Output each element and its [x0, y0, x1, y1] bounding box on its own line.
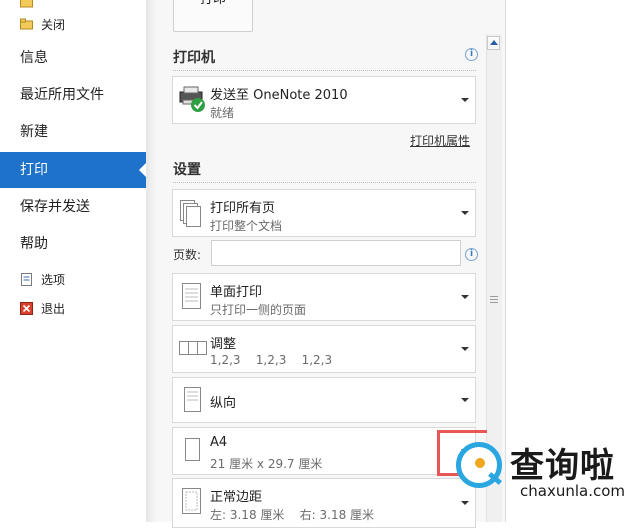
collate-subtitle: 1,2,3 1,2,3 1,2,3 — [210, 353, 333, 367]
nav-item-print[interactable]: 打印 — [0, 152, 147, 188]
chevron-down-icon — [461, 295, 469, 299]
sides-title: 单面打印 — [210, 285, 263, 300]
close-folder-icon — [20, 18, 33, 31]
settings-section-title: 设置 — [173, 162, 201, 178]
nav-options[interactable]: 选项 — [20, 269, 65, 289]
nav-divider — [146, 0, 156, 522]
pages-input[interactable] — [211, 240, 461, 266]
collate-title: 调整 — [210, 337, 237, 352]
paper-size-icon — [179, 434, 205, 466]
printer-dropdown[interactable]: 发送至 OneNote 2010 就绪 — [172, 76, 476, 124]
paper-size-dropdown[interactable]: A4 21 厘米 x 29.7 厘米 — [172, 427, 476, 475]
margins-icon — [179, 485, 205, 517]
margins-title: 正常边距 — [210, 490, 263, 505]
sides-subtitle: 只打印一侧的页面 — [210, 303, 307, 317]
chevron-down-icon — [461, 347, 469, 351]
pages-icon — [179, 196, 205, 228]
nav-item-save-send[interactable]: 保存并发送 — [0, 189, 146, 225]
nav-item-info[interactable]: 信息 — [0, 40, 146, 76]
print-button-label: 打印 — [200, 0, 226, 7]
printer-name: 发送至 OneNote 2010 — [210, 88, 348, 103]
nav-options-label: 选项 — [41, 272, 66, 287]
scroll-grip-icon[interactable] — [490, 296, 498, 303]
nav-item-new[interactable]: 新建 — [0, 114, 146, 150]
printer-icon — [179, 83, 205, 115]
nav-exit-label: 退出 — [41, 301, 66, 316]
portrait-icon — [179, 384, 205, 416]
scroll-up-button[interactable] — [487, 36, 500, 50]
orientation-title: 纵向 — [210, 396, 237, 411]
printer-section-title: 打印机 — [173, 50, 215, 66]
print-range-title: 打印所有页 — [210, 201, 276, 216]
chevron-down-icon — [461, 98, 469, 102]
orientation-dropdown[interactable]: 纵向 — [172, 377, 476, 423]
section-divider — [173, 182, 476, 183]
options-icon — [20, 272, 33, 286]
watermark-subtitle: chaxunla.com — [520, 482, 625, 500]
print-range-dropdown[interactable]: 打印所有页 打印整个文档 — [172, 189, 476, 237]
collate-dropdown[interactable]: 调整 1,2,3 1,2,3 1,2,3 — [172, 325, 476, 373]
pages-info-icon[interactable]: i — [465, 248, 478, 261]
print-button[interactable]: 打印 — [173, 0, 253, 32]
print-range-subtitle: 打印整个文档 — [210, 219, 283, 233]
chevron-down-icon — [461, 501, 469, 505]
printer-properties-link[interactable]: 打印机属性 — [410, 132, 470, 149]
exit-icon — [20, 301, 33, 315]
printer-status: 就绪 — [210, 106, 235, 120]
backstage-nav: 关闭 信息 最近所用文件 新建 打印 保存并发送 帮助 选项 退出 — [0, 0, 147, 522]
chevron-down-icon — [461, 211, 469, 215]
folder-icon — [20, 0, 33, 9]
nav-item-recent[interactable]: 最近所用文件 — [0, 77, 146, 113]
paper-size-subtitle: 21 厘米 x 29.7 厘米 — [210, 457, 323, 471]
nav-close-label: 关闭 — [41, 17, 66, 32]
chevron-down-icon — [461, 398, 469, 402]
margins-dropdown[interactable]: 正常边距 左: 3.18 厘米 右: 3.18 厘米 — [172, 478, 476, 528]
margins-subtitle: 左: 3.18 厘米 右: 3.18 厘米 — [210, 508, 375, 522]
pages-label: 页数: — [173, 248, 202, 262]
sides-dropdown[interactable]: 单面打印 只打印一侧的页面 — [172, 273, 476, 321]
collate-icon — [179, 332, 207, 364]
section-divider — [173, 70, 476, 71]
paper-size-title: A4 — [210, 435, 228, 450]
nav-open[interactable] — [20, 0, 41, 12]
nav-close[interactable]: 关闭 — [20, 14, 65, 34]
printer-info-icon[interactable]: i — [465, 48, 478, 61]
nav-exit[interactable]: 退出 — [20, 298, 65, 318]
one-sided-icon — [179, 280, 205, 312]
watermark-title: 查询啦 — [510, 446, 615, 486]
nav-item-help[interactable]: 帮助 — [0, 226, 146, 262]
